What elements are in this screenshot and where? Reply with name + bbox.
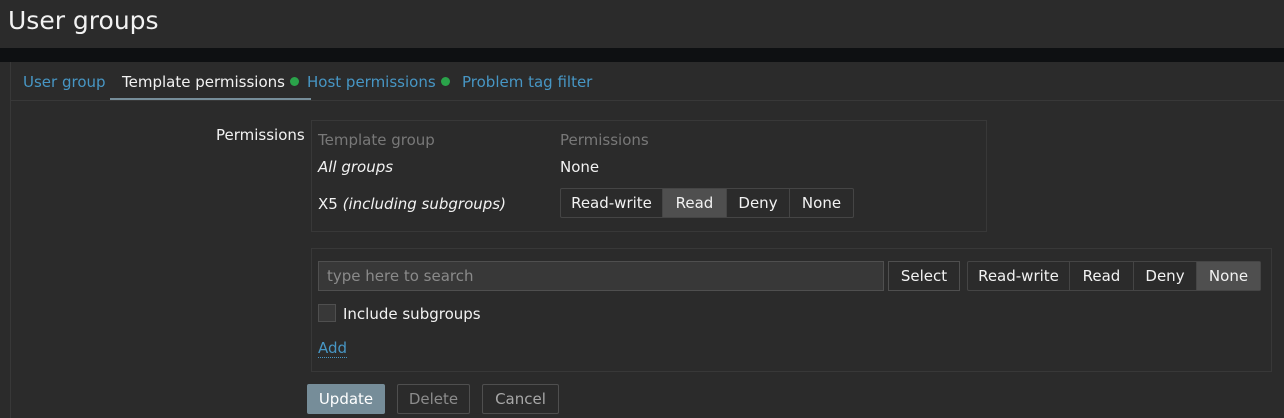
select-button[interactable]: Select xyxy=(888,261,960,291)
update-button[interactable]: Update xyxy=(307,384,385,414)
tab-template-permissions[interactable]: Template permissions xyxy=(110,62,311,100)
option-read-write[interactable]: Read-write xyxy=(968,262,1070,290)
tab-bar: User group Template permissions Host per… xyxy=(11,62,1284,101)
row-group-name: X5 (including subgroups) xyxy=(318,195,506,213)
option-deny[interactable]: Deny xyxy=(1134,262,1197,290)
status-dot-icon xyxy=(289,77,299,86)
header-divider xyxy=(0,48,1284,62)
form-container: User group Template permissions Host per… xyxy=(10,62,1284,418)
tab-label: Problem tag filter xyxy=(462,73,593,91)
tab-problem-tag-filter[interactable]: Problem tag filter xyxy=(462,62,592,100)
tab-host-permissions[interactable]: Host permissions xyxy=(307,62,450,100)
include-subgroups-label: Include subgroups xyxy=(343,305,481,323)
option-read[interactable]: Read xyxy=(663,189,727,217)
option-none[interactable]: None xyxy=(1197,262,1260,290)
option-none[interactable]: None xyxy=(790,189,853,217)
option-deny[interactable]: Deny xyxy=(727,189,790,217)
option-read-write[interactable]: Read-write xyxy=(561,189,663,217)
tab-user-group[interactable]: User group xyxy=(23,62,106,100)
page-header: User groups xyxy=(0,0,1284,48)
cancel-button[interactable]: Cancel xyxy=(482,384,559,414)
tab-label: Template permissions xyxy=(122,73,285,91)
include-subgroups-checkbox[interactable] xyxy=(318,304,336,322)
tab-label: User group xyxy=(23,73,106,91)
permissions-table: Template group Permissions All groups No… xyxy=(311,120,987,232)
row-permission-value: None xyxy=(560,158,600,176)
permissions-label: Permissions xyxy=(216,126,305,144)
template-group-search-input[interactable] xyxy=(318,261,884,291)
option-read[interactable]: Read xyxy=(1070,262,1134,290)
row-group-name: All groups xyxy=(318,158,394,176)
page-title: User groups xyxy=(8,6,159,35)
add-link[interactable]: Add xyxy=(318,339,348,358)
new-permission-selector: Read-write Read Deny None xyxy=(967,261,1261,291)
column-header-template-group: Template group xyxy=(318,131,435,149)
delete-button[interactable]: Delete xyxy=(397,384,470,414)
row-permission-selector: Read-write Read Deny None xyxy=(560,188,854,218)
tab-label: Host permissions xyxy=(307,73,436,91)
status-dot-icon xyxy=(440,77,450,86)
column-header-permissions: Permissions xyxy=(560,131,649,149)
add-permission-panel: Select Read-write Read Deny None Include… xyxy=(311,248,1272,372)
